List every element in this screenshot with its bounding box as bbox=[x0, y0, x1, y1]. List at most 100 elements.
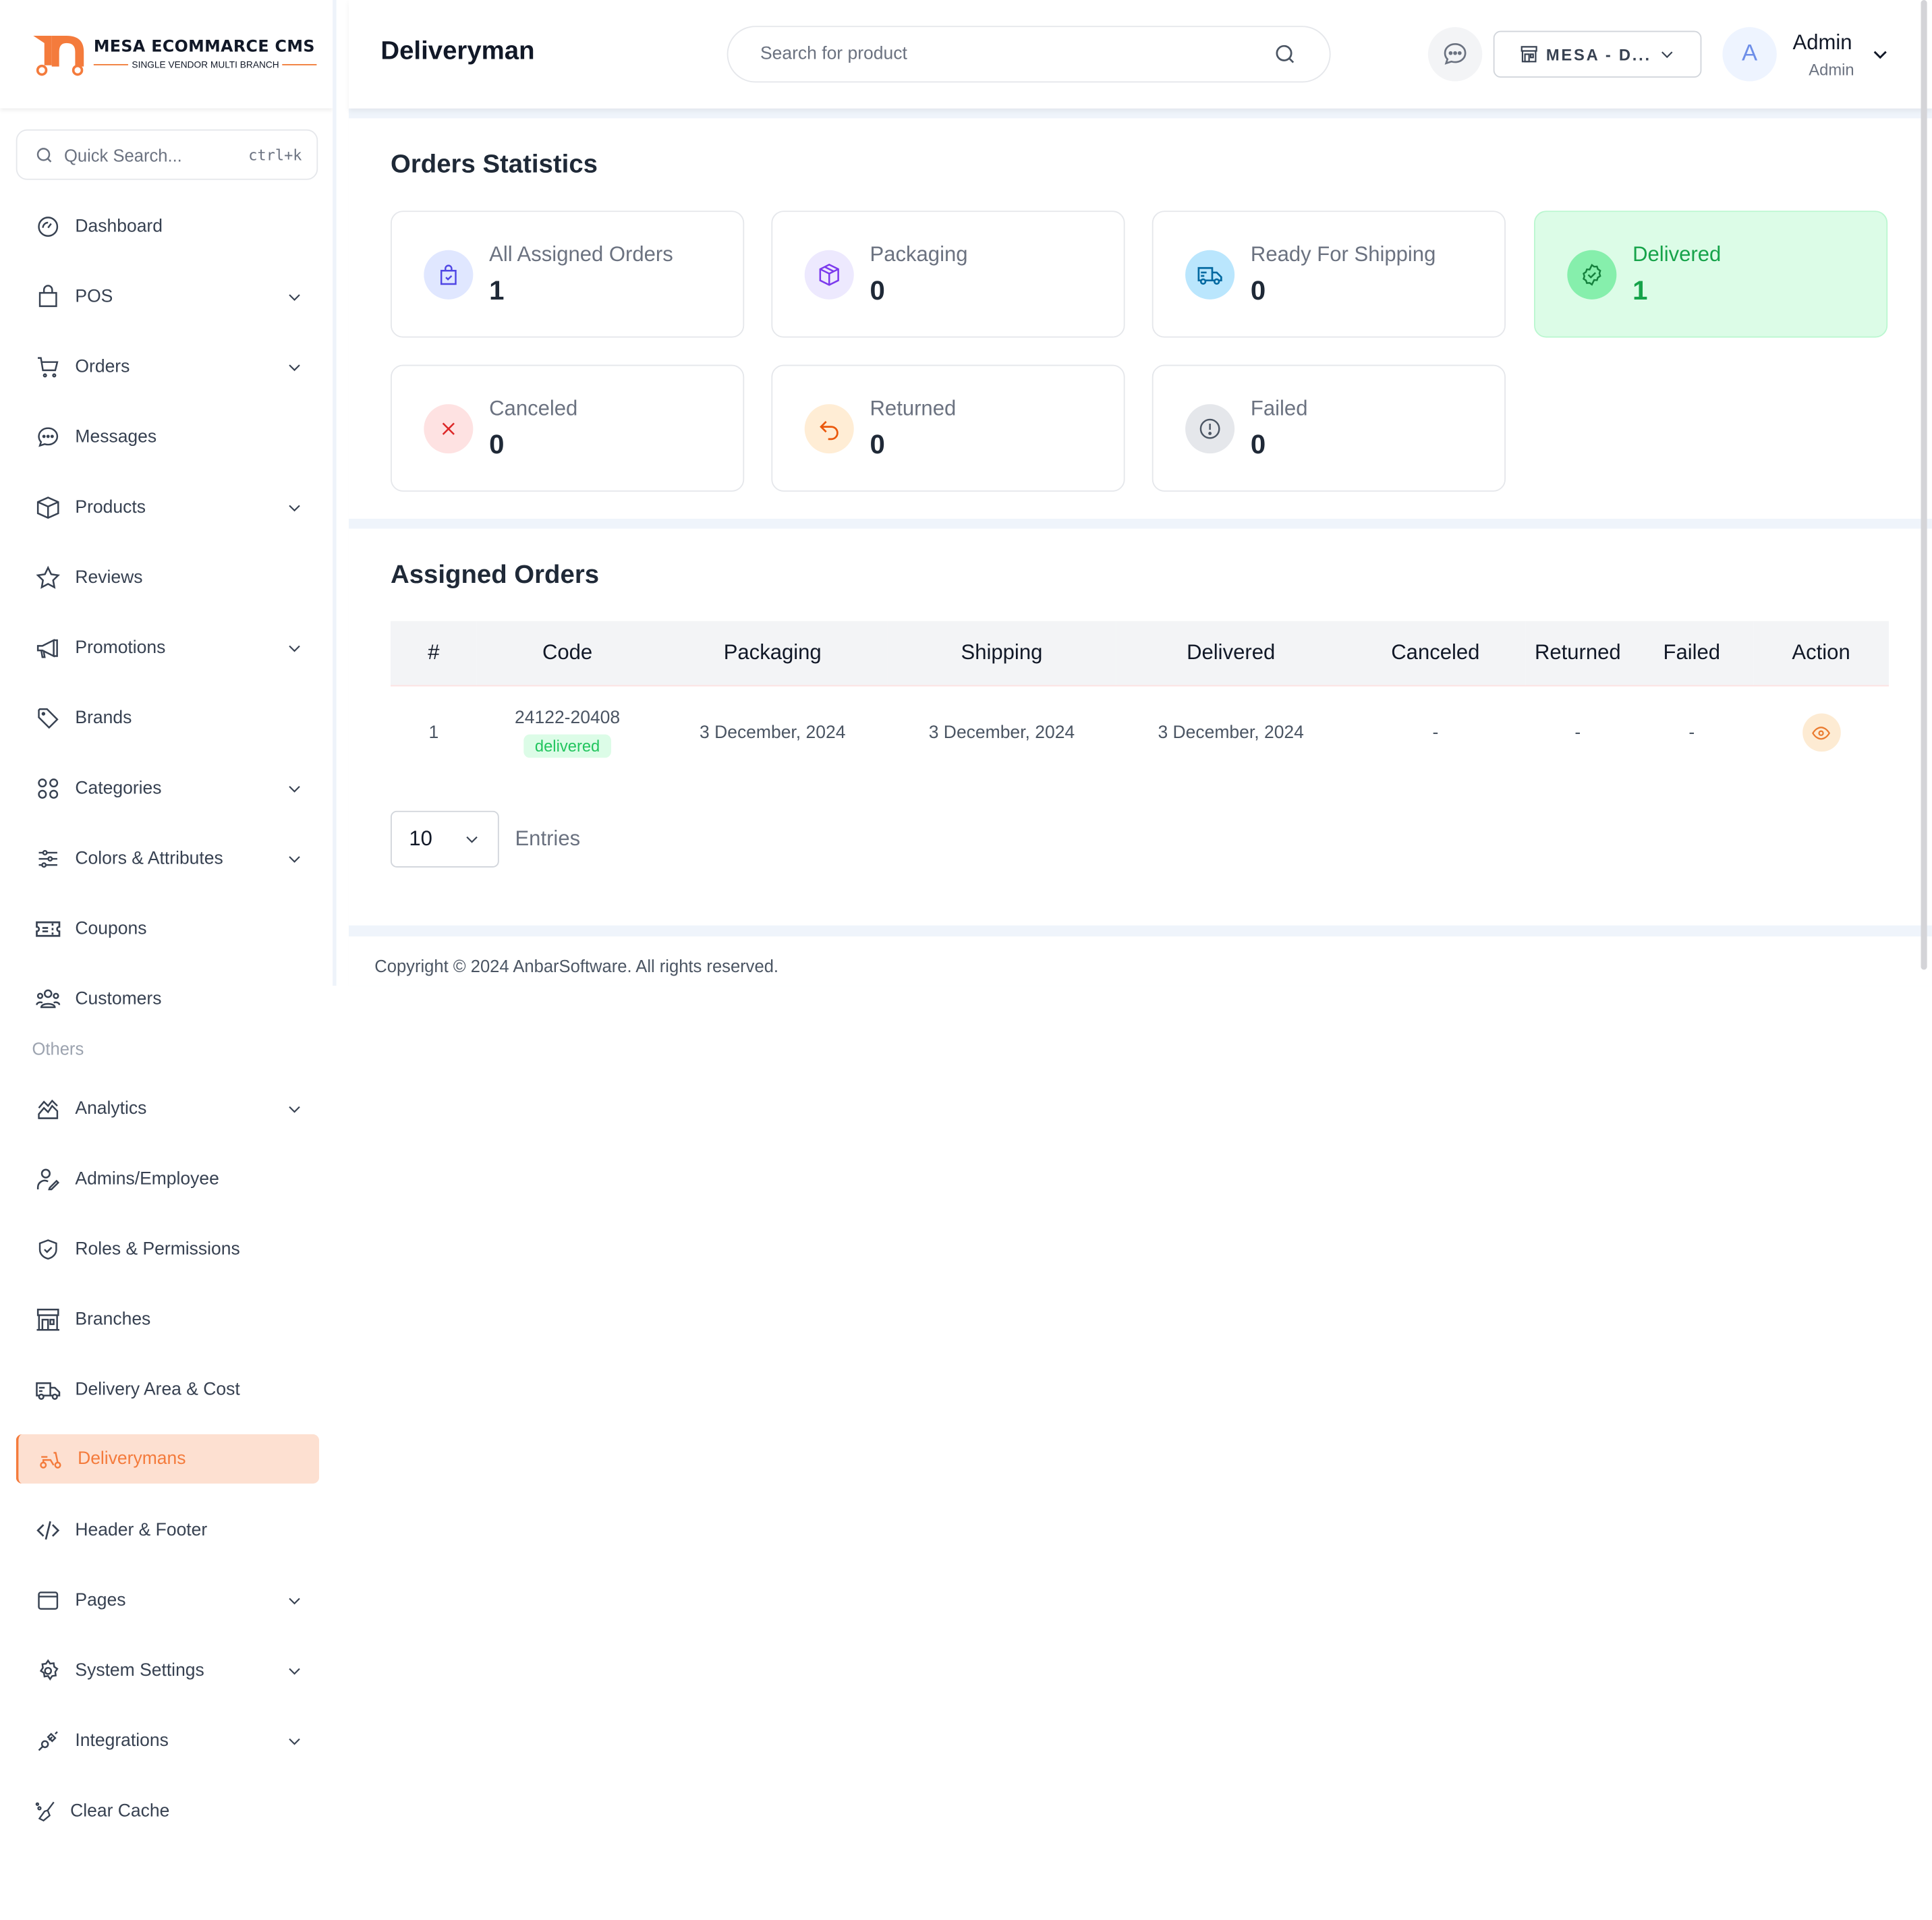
sidebar-item-delivery-area-cost[interactable]: Delivery Area & Cost bbox=[0, 1354, 335, 1424]
gear-icon bbox=[34, 1657, 61, 1684]
stat-card-ready-for-shipping[interactable]: Ready For Shipping 0 bbox=[1152, 210, 1506, 338]
column-header-action: Action bbox=[1753, 621, 1890, 686]
sidebar-item-coupons[interactable]: Coupons bbox=[0, 893, 335, 963]
sidebar-item-promotions[interactable]: Promotions bbox=[0, 613, 335, 683]
sidebar-item-analytics[interactable]: Analytics bbox=[0, 1073, 335, 1143]
quick-search-input[interactable]: Quick Search... ctrl+k bbox=[16, 129, 318, 180]
sidebar-item-clear-cache[interactable]: Clear Cache bbox=[0, 1776, 335, 1846]
sidebar-item-label: Customers bbox=[75, 988, 162, 1009]
plug-icon bbox=[34, 1727, 61, 1754]
sidebar-item-label: Clear Cache bbox=[70, 1801, 170, 1821]
branch-selector[interactable]: MESA - D... bbox=[1493, 30, 1702, 78]
alert-circle-icon bbox=[1185, 404, 1235, 454]
truck-icon bbox=[1185, 250, 1235, 300]
top-bar: Deliveryman Search for product MESA - D.… bbox=[348, 0, 1932, 109]
quick-search-placeholder: Quick Search... bbox=[63, 144, 182, 165]
stat-card-packaging[interactable]: Packaging 0 bbox=[771, 210, 1125, 338]
stat-label: Returned bbox=[870, 397, 957, 420]
sidebar-item-admins-employee[interactable]: Admins/Employee bbox=[0, 1143, 335, 1214]
chat-bubble-icon bbox=[34, 423, 61, 450]
chevron-down-icon bbox=[286, 499, 304, 516]
stat-label: Failed bbox=[1250, 397, 1308, 420]
chevron-down-icon bbox=[286, 287, 304, 305]
sidebar-item-label: Reviews bbox=[75, 567, 143, 588]
column-header-code[interactable]: Code bbox=[476, 621, 658, 686]
sidebar-item-integrations[interactable]: Integrations bbox=[0, 1705, 335, 1776]
orders-statistics-panel: Orders Statistics All Assigned Orders 1 … bbox=[348, 118, 1932, 519]
broom-icon bbox=[32, 1797, 59, 1824]
sidebar-item-reviews[interactable]: Reviews bbox=[0, 542, 335, 613]
chevron-down-icon bbox=[286, 779, 304, 797]
shopping-bag-icon bbox=[34, 283, 61, 310]
stat-value: 1 bbox=[489, 275, 505, 306]
badge-check-icon bbox=[1567, 250, 1617, 300]
view-order-button[interactable] bbox=[1802, 714, 1840, 752]
chevron-down-icon bbox=[286, 639, 304, 656]
search-icon[interactable] bbox=[1273, 42, 1298, 67]
footer: Copyright © 2024 AnbarSoftware. All righ… bbox=[348, 936, 1932, 986]
sidebar-item-label: Deliverymans bbox=[78, 1448, 186, 1469]
sidebar-item-branches[interactable]: Branches bbox=[0, 1284, 335, 1354]
sidebar-item-label: Orders bbox=[75, 356, 130, 376]
sidebar-item-colors-attributes[interactable]: Colors & Attributes bbox=[0, 823, 335, 893]
logo-icon bbox=[30, 32, 89, 76]
sidebar-item-orders[interactable]: Orders bbox=[0, 331, 335, 401]
column-header-shipping[interactable]: Shipping bbox=[887, 621, 1116, 686]
user-role: Admin bbox=[1809, 60, 1854, 79]
sidebar-item-products[interactable]: Products bbox=[0, 472, 335, 542]
stat-card-failed[interactable]: Failed 0 bbox=[1152, 364, 1506, 492]
page-size-select[interactable]: 10 bbox=[391, 810, 499, 868]
product-search-input[interactable]: Search for product bbox=[727, 26, 1331, 83]
column-header-canceled[interactable]: Canceled bbox=[1345, 621, 1526, 686]
scooter-icon bbox=[37, 1445, 64, 1472]
page-scrollbar[interactable] bbox=[1921, 0, 1927, 970]
stat-label: Delivered bbox=[1632, 242, 1722, 266]
brand-title: MESA ECOMMARCE CMS bbox=[93, 38, 315, 57]
page-title: Deliveryman bbox=[380, 36, 535, 65]
sidebar-item-customers[interactable]: Customers bbox=[0, 963, 335, 1034]
column-header-failed[interactable]: Failed bbox=[1630, 621, 1754, 686]
sidebar-item-label: Products bbox=[75, 497, 146, 517]
truck-icon bbox=[34, 1376, 61, 1403]
sidebar-item-dashboard[interactable]: Dashboard bbox=[0, 191, 335, 261]
sidebar-item-roles-permissions[interactable]: Roles & Permissions bbox=[0, 1214, 335, 1284]
app-root: MESA ECOMMARCE CMS SINGLE VENDOR MULTI B… bbox=[0, 0, 1932, 1920]
sidebar-item-pages[interactable]: Pages bbox=[0, 1565, 335, 1635]
sidebar-item-deliverymans[interactable]: Deliverymans bbox=[16, 1434, 320, 1484]
sidebar-item-system-settings[interactable]: System Settings bbox=[0, 1635, 335, 1705]
column-header-packaging[interactable]: Packaging bbox=[658, 621, 888, 686]
sidebar-item-label: Integrations bbox=[75, 1730, 169, 1751]
chevron-down-icon bbox=[286, 1732, 304, 1749]
cart-icon bbox=[34, 353, 61, 380]
stat-card-all-assigned[interactable]: All Assigned Orders 1 bbox=[391, 210, 745, 338]
package-icon bbox=[804, 250, 854, 300]
column-header-delivered[interactable]: Delivered bbox=[1116, 621, 1346, 686]
avatar[interactable]: A bbox=[1722, 27, 1777, 82]
sidebar-item-pos[interactable]: POS bbox=[0, 261, 335, 331]
page-size-value: 10 bbox=[409, 826, 432, 851]
eye-icon bbox=[1811, 723, 1831, 743]
return-arrow-icon bbox=[804, 404, 854, 454]
stat-card-delivered[interactable]: Delivered 1 bbox=[1533, 210, 1888, 338]
row-shipping-date: 3 December, 2024 bbox=[928, 723, 1075, 743]
status-badge: delivered bbox=[523, 734, 611, 758]
assigned-orders-title: Assigned Orders bbox=[391, 561, 600, 590]
sidebar-item-brands[interactable]: Brands bbox=[0, 683, 335, 753]
user-edit-icon bbox=[34, 1165, 61, 1192]
brand-logo[interactable]: MESA ECOMMARCE CMS SINGLE VENDOR MULTI B… bbox=[0, 0, 333, 109]
user-menu-chevron-icon[interactable] bbox=[1871, 45, 1890, 64]
column-header-index[interactable]: # bbox=[391, 621, 477, 686]
sidebar-item-label: Delivery Area & Cost bbox=[75, 1379, 240, 1399]
stat-card-canceled[interactable]: Canceled 0 bbox=[391, 364, 745, 492]
sidebar: MESA ECOMMARCE CMS SINGLE VENDOR MULTI B… bbox=[0, 0, 335, 1920]
sidebar-item-categories[interactable]: Categories bbox=[0, 753, 335, 823]
sidebar-item-label: Header & Footer bbox=[75, 1519, 208, 1540]
sidebar-item-messages[interactable]: Messages bbox=[0, 401, 335, 472]
user-name[interactable]: Admin bbox=[1793, 31, 1852, 56]
messages-button[interactable] bbox=[1427, 27, 1483, 82]
sidebar-item-header-footer[interactable]: Header & Footer bbox=[0, 1495, 335, 1565]
order-code[interactable]: 24122-20408 bbox=[515, 708, 620, 728]
column-header-returned[interactable]: Returned bbox=[1525, 621, 1630, 686]
stat-value: 0 bbox=[870, 275, 885, 306]
stat-card-returned[interactable]: Returned 0 bbox=[771, 364, 1125, 492]
